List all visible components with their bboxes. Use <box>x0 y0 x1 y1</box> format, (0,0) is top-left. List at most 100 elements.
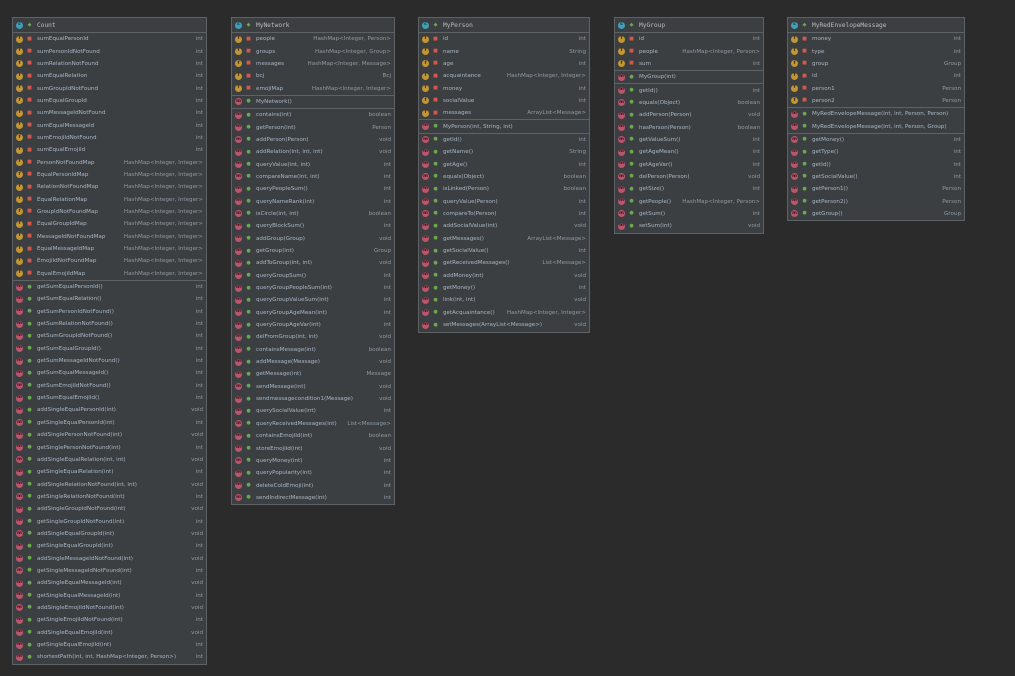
field-row[interactable]: f ■ id int <box>788 70 964 82</box>
method-row[interactable]: m ● getAcquaintance() HashMap<Integer, Inte… <box>419 307 589 319</box>
field-row[interactable]: f ■ PersonNotFoundMap HashMap<Integer, Inte… <box>13 156 206 168</box>
method-row[interactable]: m ● getMessages() ArrayList<Message> <box>419 233 589 245</box>
field-row[interactable]: f ■ sumEqualMessageId int <box>13 119 206 131</box>
method-row[interactable]: m ● equals(Object) boolean <box>419 171 589 183</box>
method-row[interactable]: m ● getSumMessageIdNotFound() int <box>13 355 206 367</box>
field-row[interactable]: f ■ EqualMessageIdMap HashMap<Integer, Inte… <box>13 243 206 255</box>
method-row[interactable]: m ● getSumEqualGroupId() int <box>13 343 206 355</box>
method-row[interactable]: m ● getSumEqualEmojiId() int <box>13 392 206 404</box>
method-row[interactable]: m ● getAge() int <box>419 158 589 170</box>
method-row[interactable]: m ● addPerson(Person) void <box>615 109 763 121</box>
field-row[interactable]: f ■ EqualPersonIdMap HashMap<Integer, Integ… <box>13 169 206 181</box>
method-row[interactable]: m ● addSingleEqualPersonId(int) void <box>13 404 206 416</box>
method-row[interactable]: m ● getSocialValue() int <box>419 245 589 257</box>
method-row[interactable]: m ● addSingleEqualGroupId(int) void <box>13 528 206 540</box>
method-row[interactable]: m ● getId() int <box>419 134 589 146</box>
method-row[interactable]: m ● getPerson2() Person <box>788 195 964 207</box>
method-row[interactable]: m ● addSingleMessageIdNotFound(int) void <box>13 552 206 564</box>
method-row[interactable]: m ● isLinked(Person) boolean <box>419 183 589 195</box>
constructor-row[interactable]: m ● MyRedEnvelopeMessage(int, int, Person,… <box>788 108 964 120</box>
field-row[interactable]: f ■ person2 Person <box>788 95 964 107</box>
field-row[interactable]: f ■ GroupIdNotFoundMap HashMap<Integer, Int… <box>13 206 206 218</box>
method-row[interactable]: m ● getSocialValue() int <box>788 171 964 183</box>
constructor-row[interactable]: m ● MyRedEnvelopeMessage(int, int, Person,… <box>788 120 964 132</box>
method-row[interactable]: m ● getGroup(int) Group <box>232 245 394 257</box>
method-row[interactable]: m ● queryGroupAgeVar(int) int <box>232 319 394 331</box>
method-row[interactable]: m ● getSinglePersonNotFound(int) int <box>13 441 206 453</box>
field-row[interactable]: f ■ sumEmojiIdNotFound int <box>13 132 206 144</box>
constructor-row[interactable]: m ● MyNetwork() <box>232 96 394 108</box>
field-row[interactable]: f ■ people HashMap<Integer, Person> <box>232 33 394 45</box>
method-row[interactable]: m ● queryValue(int, int) int <box>232 158 394 170</box>
method-row[interactable]: m ● containsMessage(int) boolean <box>232 344 394 356</box>
method-row[interactable]: m ● getMoney() int <box>419 282 589 294</box>
field-row[interactable]: f ■ RelationNotFoundMap HashMap<Integer, In… <box>13 181 206 193</box>
method-row[interactable]: m ● addGroup(Group) void <box>232 233 394 245</box>
field-row[interactable]: f ■ type int <box>788 45 964 57</box>
constructor-row[interactable]: m ● MyGroup(int) <box>615 71 763 83</box>
field-row[interactable]: f ■ sumPersonIdNotFound int <box>13 45 206 57</box>
method-row[interactable]: m ● queryNameRank(int) int <box>232 195 394 207</box>
method-row[interactable]: m ● getGroup() Group <box>788 208 964 220</box>
method-row[interactable]: m ● addSinglePersonNotFound(int) void <box>13 429 206 441</box>
method-row[interactable]: m ● getSize() int <box>615 183 763 195</box>
class-box-myredenvelopemessage[interactable]: c ◆ MyRedEnvelopeMessage f ■ money int f ■ typ… <box>787 17 965 221</box>
method-row[interactable]: m ● setMessages(ArrayList<Message>) void <box>419 319 589 331</box>
field-row[interactable]: f ■ EqualGroupIdMap HashMap<Integer, Intege… <box>13 218 206 230</box>
method-row[interactable]: m ● addRelation(int, int, int) void <box>232 146 394 158</box>
method-row[interactable]: m ● getSumEqualMessageId() int <box>13 367 206 379</box>
method-row[interactable]: m ● queryGroupValueSum(int) int <box>232 294 394 306</box>
method-row[interactable]: m ● isCircle(int, int) boolean <box>232 208 394 220</box>
method-row[interactable]: m ● deleteColdEmoji(int) int <box>232 479 394 491</box>
method-row[interactable]: m ● delFromGroup(int, int) void <box>232 331 394 343</box>
method-row[interactable]: m ● hasPerson(Person) boolean <box>615 121 763 133</box>
class-header[interactable]: c ◆ Count <box>13 18 206 33</box>
method-row[interactable]: m ● addSingleEqualRelation(int, int) void <box>13 454 206 466</box>
method-row[interactable]: m ● storeEmojiId(int) void <box>232 442 394 454</box>
method-row[interactable]: m ● getSumPersonIdNotFound() int <box>13 306 206 318</box>
method-row[interactable]: m ● delPerson(Person) void <box>615 171 763 183</box>
method-row[interactable]: m ● getSingleEqualGroupId(int) int <box>13 540 206 552</box>
method-row[interactable]: m ● getSumEqualRelation() int <box>13 293 206 305</box>
method-row[interactable]: m ● getPerson1() Person <box>788 183 964 195</box>
method-row[interactable]: m ● queryGroupPeopleSum(int) int <box>232 282 394 294</box>
field-row[interactable]: f ■ EqualEmojiIdMap HashMap<Integer, Intege… <box>13 268 206 280</box>
method-row[interactable]: m ● addMessage(Message) void <box>232 356 394 368</box>
method-row[interactable]: m ● shortestPath(int, int, HashMap<Integer… <box>13 651 206 663</box>
field-row[interactable]: f ■ name String <box>419 45 589 57</box>
field-row[interactable]: f ■ money int <box>419 82 589 94</box>
method-row[interactable]: m ● queryValue(Person) int <box>419 195 589 207</box>
method-row[interactable]: m ● queryMoney(int) int <box>232 455 394 467</box>
class-header[interactable]: c ◆ MyPerson <box>419 18 589 33</box>
method-row[interactable]: m ● getMessage(int) Message <box>232 368 394 380</box>
method-row[interactable]: m ● addSingleEmojiIdNotFound(int) void <box>13 602 206 614</box>
field-row[interactable]: f ■ sumEqualGroupId int <box>13 95 206 107</box>
method-row[interactable]: m ● getSum() int <box>615 208 763 220</box>
method-row[interactable]: m ● compareTo(Person) int <box>419 208 589 220</box>
method-row[interactable]: m ● equals(Object) boolean <box>615 97 763 109</box>
class-box-mygroup[interactable]: c ◆ MyGroup f ■ id int f ■ people HashMap<Integ… <box>614 17 764 234</box>
field-row[interactable]: f ■ socialValue int <box>419 95 589 107</box>
field-row[interactable]: f ■ people HashMap<Integer, Person> <box>615 45 763 57</box>
field-row[interactable]: f ■ messages HashMap<Integer, Message> <box>232 58 394 70</box>
method-row[interactable]: m ● addSingleEqualMessageId(int) void <box>13 577 206 589</box>
class-box-mynetwork[interactable]: c ◆ MyNetwork f ■ people HashMap<Integer, P… <box>231 17 395 505</box>
field-row[interactable]: f ■ bcj Bcj <box>232 70 394 82</box>
method-row[interactable]: m ● sendMessage(int) void <box>232 381 394 393</box>
method-row[interactable]: m ● getReceivedMessages() List<Message> <box>419 257 589 269</box>
method-row[interactable]: m ● sendmessagecondition1(Message) void <box>232 393 394 405</box>
method-row[interactable]: m ● getMoney() int <box>788 134 964 146</box>
field-row[interactable]: f ■ id int <box>419 33 589 45</box>
field-row[interactable]: f ■ sumEqualRelation int <box>13 70 206 82</box>
method-row[interactable]: m ● addSocialValue(int) void <box>419 220 589 232</box>
class-header[interactable]: c ◆ MyRedEnvelopeMessage <box>788 18 964 33</box>
method-row[interactable]: m ● queryReceivedMessages(int) List<Message… <box>232 418 394 430</box>
field-row[interactable]: f ■ person1 Person <box>788 82 964 94</box>
field-row[interactable]: f ■ emojiMap HashMap<Integer, Integer> <box>232 82 394 94</box>
method-row[interactable]: m ● getPeople() HashMap<Integer, Person> <box>615 195 763 207</box>
method-row[interactable]: m ● queryPeopleSum() int <box>232 183 394 195</box>
field-row[interactable]: f ■ EqualRelationMap HashMap<Integer, Integ… <box>13 193 206 205</box>
method-row[interactable]: m ● getSingleEmojiIdNotFound(int) int <box>13 614 206 626</box>
field-row[interactable]: f ■ sum int <box>615 58 763 70</box>
method-row[interactable]: m ● getSingleEqualRelation(int) int <box>13 466 206 478</box>
